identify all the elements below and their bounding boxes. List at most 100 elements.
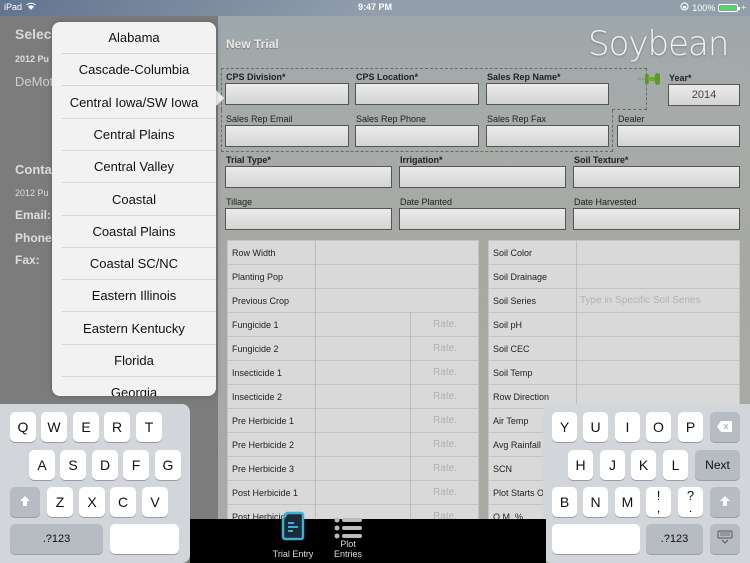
division-option[interactable]: Alabama <box>62 22 216 54</box>
tab-bar: Trial Entry Plot Entries <box>190 511 546 563</box>
contact-heading: Conta <box>15 162 52 177</box>
key-z[interactable]: Z <box>47 487 73 517</box>
value-field[interactable] <box>316 313 410 337</box>
value-field[interactable] <box>580 361 738 385</box>
value-field[interactable] <box>316 337 410 361</box>
row-label: Fungicide 1 <box>232 320 279 330</box>
key-question-period[interactable]: ? . <box>678 487 703 517</box>
key-s[interactable]: S <box>60 450 86 480</box>
shift-key[interactable] <box>10 487 40 517</box>
rate-field[interactable]: Rate. <box>411 337 479 361</box>
backspace-key[interactable] <box>710 412 740 442</box>
value-field[interactable] <box>580 313 738 337</box>
key-v[interactable]: V <box>142 487 168 517</box>
next-key[interactable]: Next <box>695 450 740 480</box>
key-c[interactable]: C <box>110 487 136 517</box>
key-r[interactable]: R <box>104 412 130 442</box>
space-key-right[interactable] <box>552 524 640 554</box>
sales-rep-name-field[interactable] <box>486 83 609 105</box>
space-key-left[interactable] <box>110 524 179 554</box>
irrigation-field[interactable] <box>399 166 566 188</box>
dealer-field[interactable] <box>617 125 740 147</box>
value-field[interactable] <box>316 289 479 313</box>
key-k[interactable]: K <box>631 450 656 480</box>
row-label: Fungicide 2 <box>232 344 279 354</box>
trial-type-field[interactable] <box>225 166 392 188</box>
value-field[interactable] <box>316 433 410 457</box>
numbers-key-left[interactable]: .?123 <box>10 524 103 554</box>
tab-trial-entry[interactable]: Trial Entry <box>266 511 320 563</box>
division-option[interactable]: Eastern Illinois <box>62 280 216 313</box>
division-option[interactable]: Florida <box>62 345 216 377</box>
year-field[interactable]: 2014 <box>668 84 740 106</box>
rate-field[interactable]: Rate. <box>411 361 479 385</box>
key-n[interactable]: N <box>583 487 608 517</box>
key-g[interactable]: G <box>155 450 181 480</box>
rate-field[interactable]: Rate. <box>411 481 479 505</box>
sales-rep-fax-field[interactable] <box>486 125 609 147</box>
division-option[interactable]: Coastal Plains <box>62 216 216 248</box>
value-field[interactable] <box>316 385 410 409</box>
cps-division-field[interactable] <box>225 83 349 105</box>
division-option[interactable]: Cascade-Columbia <box>62 54 216 87</box>
sales-rep-email-field[interactable] <box>225 125 349 147</box>
value-field[interactable] <box>316 241 479 265</box>
numbers-key-right[interactable]: .?123 <box>646 524 703 554</box>
key-t[interactable]: T <box>136 412 162 442</box>
division-option[interactable]: Central Valley <box>62 151 216 184</box>
tab-plot-entries[interactable]: Plot Entries <box>326 517 370 563</box>
key-u[interactable]: U <box>583 412 608 442</box>
key-e[interactable]: E <box>73 412 99 442</box>
key-p[interactable]: P <box>678 412 703 442</box>
value-field[interactable]: Type in Specific Soil Series <box>580 289 738 313</box>
cps-location-field[interactable] <box>355 83 479 105</box>
table-row: Soil Color <box>489 241 739 265</box>
table-row: Pre Herbicide 1 Rate. <box>228 409 478 433</box>
value-field[interactable] <box>316 265 479 289</box>
division-option[interactable]: Georgia <box>62 377 216 396</box>
value-field[interactable] <box>580 241 738 265</box>
value-field[interactable] <box>580 337 738 361</box>
key-f[interactable]: F <box>123 450 149 480</box>
value-field[interactable] <box>316 361 410 385</box>
key-h[interactable]: H <box>568 450 593 480</box>
key-m[interactable]: M <box>615 487 640 517</box>
shift-icon <box>19 494 31 510</box>
value-field[interactable] <box>580 265 738 289</box>
sales-rep-phone-field[interactable] <box>355 125 479 147</box>
key-exclaim-comma[interactable]: ! , <box>646 487 671 517</box>
rate-field[interactable]: Rate. <box>411 409 479 433</box>
dismiss-keyboard-key[interactable] <box>710 524 740 554</box>
value-field[interactable] <box>316 409 410 433</box>
rate-field[interactable]: Rate. <box>411 457 479 481</box>
key-l[interactable]: L <box>663 450 688 480</box>
rate-field[interactable]: Rate. <box>411 385 479 409</box>
key-y[interactable]: Y <box>552 412 577 442</box>
pin-icon[interactable] <box>637 72 663 91</box>
key-w[interactable]: W <box>41 412 67 442</box>
date-planted-field[interactable] <box>399 208 566 230</box>
division-option[interactable]: Coastal <box>62 184 216 216</box>
value-field[interactable] <box>316 457 410 481</box>
soil-texture-field[interactable] <box>573 166 740 188</box>
division-option[interactable]: Central Plains <box>62 119 216 151</box>
tillage-field[interactable] <box>225 208 392 230</box>
date-harvested-field[interactable] <box>573 208 740 230</box>
rate-field[interactable]: Rate. <box>411 313 479 337</box>
shift-key-right[interactable] <box>710 487 740 517</box>
row-label: Post Herbicide 1 <box>232 488 299 498</box>
key-a[interactable]: A <box>29 450 55 480</box>
key-j[interactable]: J <box>600 450 625 480</box>
rate-field[interactable]: Rate. <box>411 433 479 457</box>
division-option[interactable]: Coastal SC/NC <box>62 248 216 281</box>
key-o[interactable]: O <box>646 412 671 442</box>
value-field[interactable] <box>316 481 410 505</box>
key-i[interactable]: I <box>615 412 640 442</box>
division-option[interactable]: Eastern Kentucky <box>62 313 216 345</box>
key-x[interactable]: X <box>79 487 105 517</box>
key-b[interactable]: B <box>552 487 577 517</box>
key-d[interactable]: D <box>92 450 118 480</box>
page-title: New Trial <box>226 37 279 51</box>
division-option[interactable]: Central Iowa/SW Iowa <box>62 87 216 119</box>
key-q[interactable]: Q <box>10 412 36 442</box>
